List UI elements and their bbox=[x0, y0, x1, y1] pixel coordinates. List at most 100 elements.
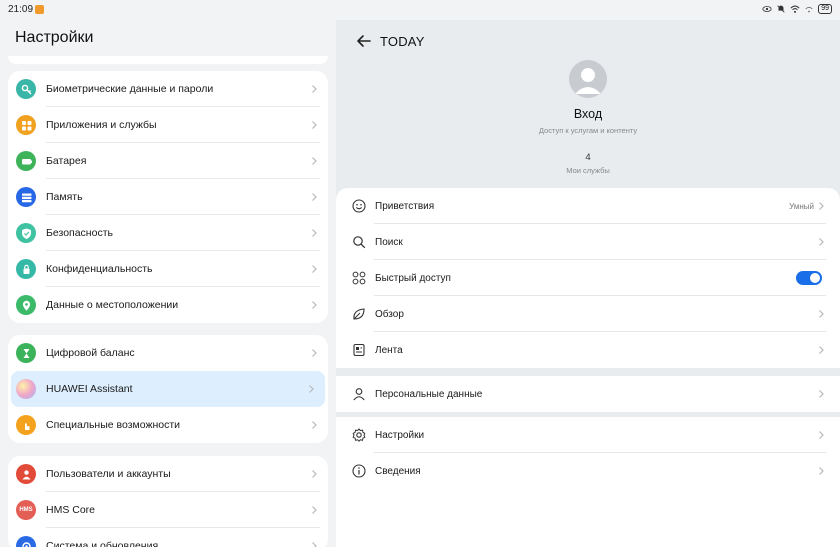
chevron-right-icon bbox=[819, 346, 824, 354]
today-item-label: Персональные данные bbox=[375, 388, 483, 400]
settings-item-label: Безопасность bbox=[46, 227, 113, 239]
chevron-right-icon bbox=[312, 85, 317, 93]
search-icon bbox=[352, 235, 366, 249]
settings-item[interactable]: Память bbox=[8, 179, 328, 215]
hourglass-icon bbox=[16, 343, 36, 363]
settings-item[interactable]: Биометрические данные и пароли bbox=[8, 71, 328, 107]
privacy-icon bbox=[16, 259, 36, 279]
eye-icon bbox=[762, 4, 772, 14]
chevron-right-icon bbox=[819, 431, 824, 439]
settings-item[interactable]: Данные о местоположении bbox=[8, 287, 328, 323]
chevron-right-icon bbox=[312, 506, 317, 514]
personal-group: Персональные данные bbox=[336, 376, 840, 412]
quick-access-toggle[interactable] bbox=[796, 271, 822, 285]
settings-group-system: Пользователи и аккаунты HMS HMS Core Систем… bbox=[8, 456, 328, 547]
settings-item[interactable]: Цифровой баланс bbox=[8, 335, 328, 371]
chevron-right-icon bbox=[819, 238, 824, 246]
chevron-right-icon bbox=[312, 542, 317, 547]
detail-pane: TODAY Вход Доступ к услугам и контенту 4… bbox=[336, 20, 840, 547]
apps-icon bbox=[16, 115, 36, 135]
today-item[interactable]: Обзор bbox=[336, 296, 840, 332]
hms-icon: HMS bbox=[16, 500, 36, 520]
today-item[interactable]: Поиск bbox=[336, 224, 840, 260]
wifi-icon bbox=[790, 4, 800, 14]
battery-level: 99 bbox=[818, 4, 832, 14]
today-item[interactable]: Настройки bbox=[336, 417, 840, 453]
today-item-label: Настройки bbox=[375, 429, 425, 441]
notification-icon bbox=[35, 5, 44, 14]
today-item[interactable]: Приветствия Умный bbox=[336, 188, 840, 224]
person-icon bbox=[352, 387, 366, 401]
page-title: Настройки bbox=[15, 29, 94, 46]
chevron-right-icon bbox=[312, 301, 317, 309]
hand-icon bbox=[16, 415, 36, 435]
today-item-label: Обзор bbox=[375, 308, 404, 320]
settings-item-label: HUAWEI Assistant bbox=[46, 383, 133, 395]
settings-item-label: Память bbox=[46, 191, 83, 203]
storage-icon bbox=[16, 187, 36, 207]
chevron-right-icon bbox=[819, 467, 824, 475]
settings-item[interactable]: Система и обновления bbox=[8, 528, 328, 547]
services-count[interactable]: 4 bbox=[336, 152, 840, 163]
status-time: 21:09 bbox=[8, 4, 34, 15]
settings-item[interactable]: Пользователи и аккаунты bbox=[8, 456, 328, 492]
settings-group-security: Биометрические данные и пароли Приложения… bbox=[8, 71, 328, 323]
key-icon bbox=[16, 79, 36, 99]
signin-label[interactable]: Вход bbox=[336, 107, 840, 121]
assistant-icon bbox=[16, 379, 36, 399]
battery-icon bbox=[16, 151, 36, 171]
today-item-label: Быстрый доступ bbox=[375, 272, 451, 284]
chevron-right-icon bbox=[819, 390, 824, 398]
today-item[interactable]: Быстрый доступ bbox=[336, 260, 840, 296]
gear-icon bbox=[352, 428, 366, 442]
chevron-right-icon bbox=[312, 470, 317, 478]
hms-icon-text: HMS bbox=[19, 507, 33, 513]
avatar[interactable] bbox=[569, 60, 607, 98]
chevron-right-icon bbox=[819, 310, 824, 318]
scrolled-group-remnant bbox=[8, 56, 328, 64]
settings-item[interactable]: HUAWEI Assistant bbox=[11, 371, 325, 407]
grid-icon bbox=[352, 271, 366, 285]
settings-item[interactable]: HMS HMS Core bbox=[8, 492, 328, 528]
today-item-label: Приветствия bbox=[375, 200, 435, 212]
settings-item-label: Конфиденциальность bbox=[46, 263, 153, 275]
settings-item-label: Данные о местоположении bbox=[46, 299, 179, 311]
chevron-right-icon bbox=[312, 121, 317, 129]
status-bar: 21:09 99 bbox=[0, 0, 840, 20]
settings-item-label: Специальные возможности bbox=[46, 419, 181, 431]
today-item[interactable]: Сведения bbox=[336, 453, 840, 489]
settings-item-label: Система и обновления bbox=[46, 540, 159, 547]
services-label: Мои службы bbox=[566, 166, 610, 175]
settings-item-label: Приложения и службы bbox=[46, 119, 157, 131]
chevron-right-icon bbox=[312, 193, 317, 201]
chevron-right-icon bbox=[312, 157, 317, 165]
settings-pane: Настройки Биометрические данные и пароли… bbox=[0, 20, 336, 547]
wifi-secondary-icon bbox=[804, 4, 814, 14]
system-icon bbox=[16, 536, 36, 547]
user-icon bbox=[16, 464, 36, 484]
settings-item[interactable]: Специальные возможности bbox=[8, 407, 328, 443]
chevron-right-icon bbox=[309, 385, 314, 393]
settings-item[interactable]: Батарея bbox=[8, 143, 328, 179]
settings-item[interactable]: Приложения и службы bbox=[8, 107, 328, 143]
settings-item[interactable]: Конфиденциальность bbox=[8, 251, 328, 287]
today-item[interactable]: Персональные данные bbox=[336, 376, 840, 412]
settings-item[interactable]: Безопасность bbox=[8, 215, 328, 251]
detail-title: TODAY bbox=[380, 34, 425, 49]
toggle-knob bbox=[810, 273, 820, 283]
chevron-right-icon bbox=[312, 265, 317, 273]
info-icon bbox=[352, 464, 366, 478]
today-item[interactable]: Лента bbox=[336, 332, 840, 368]
chevron-right-icon bbox=[819, 202, 824, 210]
settings-item-label: Батарея bbox=[46, 155, 87, 167]
back-arrow-icon[interactable] bbox=[356, 33, 372, 49]
chevron-right-icon bbox=[312, 421, 317, 429]
today-item-value: Умный bbox=[789, 202, 814, 211]
status-icons: 99 bbox=[762, 4, 832, 14]
today-item-label: Лента bbox=[375, 344, 403, 356]
mute-icon bbox=[776, 4, 786, 14]
today-item-label: Поиск bbox=[375, 236, 403, 248]
settings-item-label: Цифровой баланс bbox=[46, 347, 135, 359]
settings-item-label: Пользователи и аккаунты bbox=[46, 468, 171, 480]
settings-item-label: HMS Core bbox=[46, 504, 96, 516]
